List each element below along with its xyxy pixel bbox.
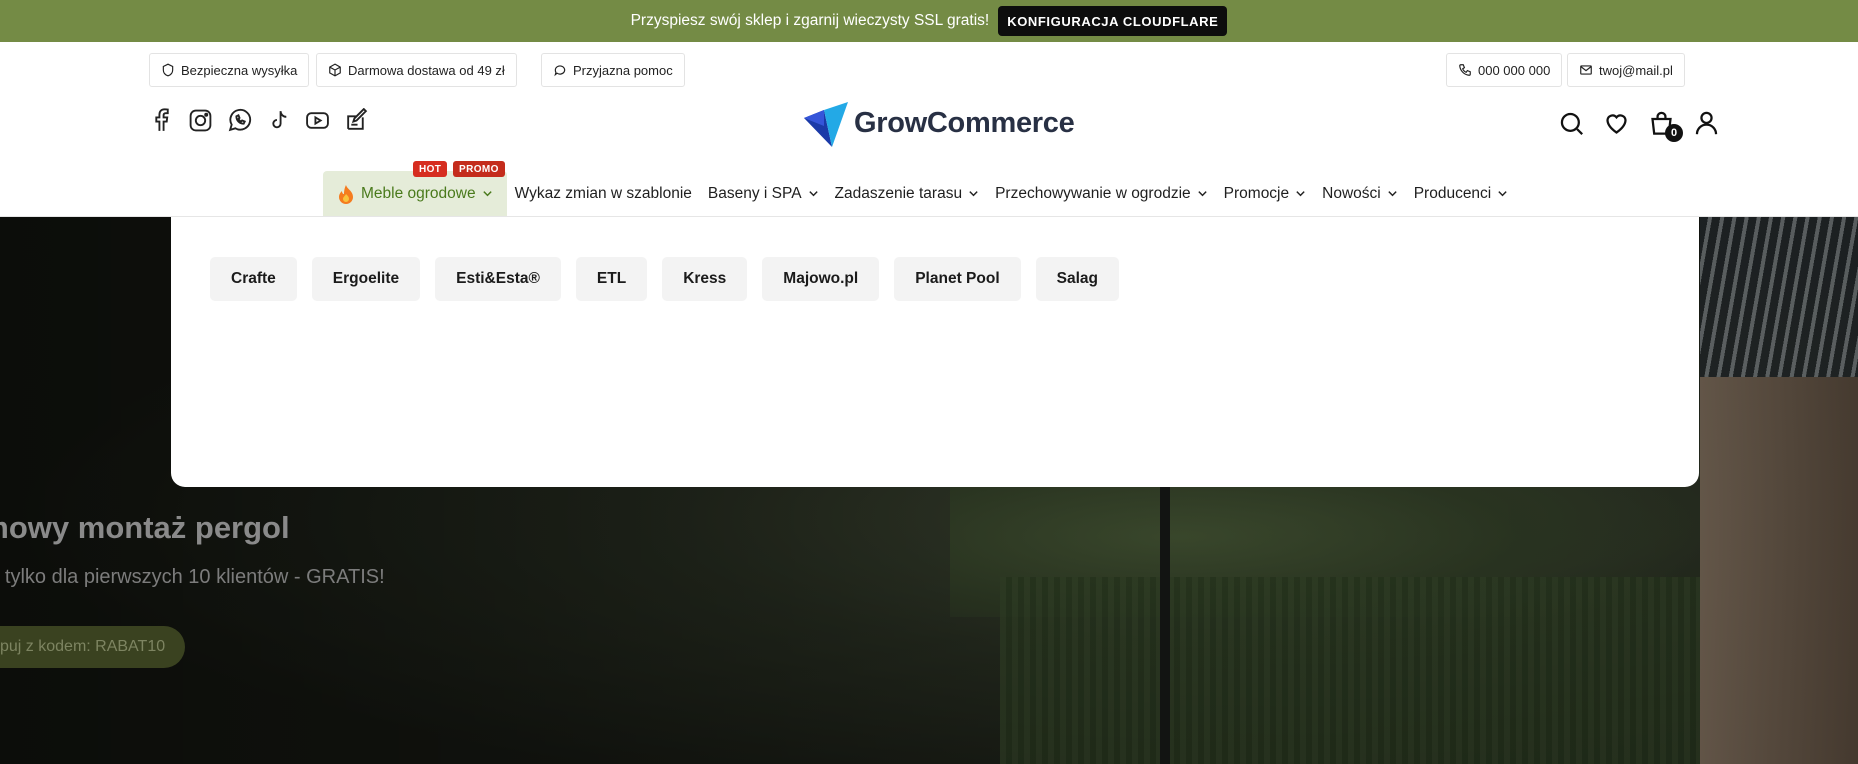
menu-item-wykaz-zmian[interactable]: Wykaz zmian w szablonie — [507, 171, 700, 216]
phone-icon — [1459, 64, 1471, 76]
menu-item-baseny-spa[interactable]: Baseny i SPA — [700, 171, 827, 216]
promo-bar: Przyspiesz swój sklep i zgarnij wieczyst… — [0, 0, 1858, 42]
brand-list: Crafte Ergoelite Esti&Esta® ETL Kress Ma… — [210, 257, 1119, 301]
secure-shipping-chip: Bezpieczna wysyłka — [149, 53, 310, 87]
menu-item-przechowywanie[interactable]: Przechowywanie w ogrodzie — [987, 171, 1216, 216]
free-delivery-label: Darmowa dostawa od 49 zł — [348, 62, 505, 78]
menu-item-meble-ogrodowe[interactable]: Meble ogrodowe HOT PROMO — [323, 161, 507, 216]
header-actions: 0 — [1558, 110, 1720, 142]
friendly-help-label: Przyjazna pomoc — [573, 62, 673, 78]
menu-item-promocje[interactable]: Promocje — [1216, 171, 1314, 216]
brand-link-majowo[interactable]: Majowo.pl — [762, 257, 880, 301]
hero-subtitle: rta tylko dla pierwszych 10 klientów - G… — [0, 566, 385, 588]
menu-item-zadaszenie-tarasu[interactable]: Zadaszenie tarasu — [827, 171, 988, 216]
menu-label-zadaszenie-tarasu: Zadaszenie tarasu — [834, 184, 963, 202]
brand-link-planet-pool[interactable]: Planet Pool — [894, 257, 1021, 301]
whatsapp-icon[interactable] — [227, 108, 252, 133]
menu-label-przechowywanie: Przechowywanie w ogrodzie — [995, 184, 1191, 202]
menu-label-meble-ogrodowe: Meble ogrodowe — [361, 184, 476, 202]
heart-icon[interactable] — [1603, 110, 1630, 137]
brand-link-esti-esta[interactable]: Esti&Esta® — [435, 257, 561, 301]
menu-label-nowosci: Nowości — [1322, 184, 1381, 202]
phone-chip[interactable]: 000 000 000 — [1446, 53, 1563, 87]
secure-shipping-label: Bezpieczna wysyłka — [181, 62, 298, 78]
brand-link-crafte[interactable]: Crafte — [210, 257, 297, 301]
hot-badge: HOT — [413, 161, 448, 177]
hero-pergola-post — [1160, 487, 1170, 764]
hero-curtain — [1700, 377, 1858, 764]
menu-item-producenci[interactable]: Producenci — [1406, 171, 1517, 216]
hero-hedge — [1000, 577, 1700, 764]
fire-icon — [339, 184, 353, 204]
social-links — [149, 107, 369, 133]
hero-pergola-roof — [1700, 217, 1858, 377]
menu-label-producenci: Producenci — [1413, 184, 1492, 202]
brand-link-ergoelite[interactable]: Ergoelite — [311, 257, 421, 301]
tiktok-icon[interactable] — [266, 108, 291, 133]
logo-text: GrowCommerce — [854, 107, 1075, 139]
mail-icon — [1580, 65, 1592, 75]
hero-cta-button[interactable]: puj z kodem: RABAT10 — [0, 626, 186, 668]
hero-title: armowy montaż pergol — [0, 510, 290, 545]
friendly-help-chip: Przyjazna pomoc — [541, 53, 685, 87]
chevron-down-icon — [1296, 191, 1305, 197]
menu-label-baseny-spa: Baseny i SPA — [707, 184, 802, 202]
facebook-icon[interactable] — [149, 108, 174, 133]
youtube-icon[interactable] — [305, 108, 330, 133]
menu-item-nowosci[interactable]: Nowości — [1314, 171, 1406, 216]
brand-link-salag[interactable]: Salag — [1035, 257, 1119, 301]
main-menu: Meble ogrodowe HOT PROMO Wykaz zmian w s… — [323, 161, 1517, 216]
cart-icon[interactable]: 0 — [1648, 110, 1683, 142]
chevron-down-icon — [482, 191, 492, 197]
chevron-down-icon — [969, 191, 978, 197]
email-address: twoj@mail.pl — [1599, 62, 1673, 78]
cart-count-badge: 0 — [1665, 124, 1683, 142]
free-delivery-chip: Darmowa dostawa od 49 zł — [316, 53, 517, 87]
shield-icon — [162, 63, 174, 77]
box-icon — [329, 63, 341, 77]
producers-dropdown: Crafte Ergoelite Esti&Esta® ETL Kress Ma… — [171, 217, 1699, 487]
phone-number: 000 000 000 — [1478, 62, 1551, 78]
email-chip[interactable]: twoj@mail.pl — [1567, 53, 1685, 87]
chevron-down-icon — [808, 191, 818, 197]
site-logo[interactable]: GrowCommerce — [802, 100, 1075, 147]
chat-icon — [554, 65, 566, 77]
chevron-down-icon — [1498, 191, 1507, 197]
brand-link-kress[interactable]: Kress — [662, 257, 748, 301]
logo-mark-icon — [804, 102, 848, 147]
brand-link-etl[interactable]: ETL — [575, 257, 648, 301]
user-icon[interactable] — [1693, 110, 1720, 137]
menu-label-promocje: Promocje — [1223, 184, 1290, 202]
search-icon[interactable] — [1558, 110, 1585, 137]
cloudflare-config-button[interactable]: KONFIGURACJA CLOUDFLARE — [998, 6, 1228, 36]
promo-badge: PROMO — [453, 161, 505, 177]
menu-label-wykaz-zmian: Wykaz zmian w szablonie — [514, 184, 692, 202]
chevron-down-icon — [1388, 191, 1397, 197]
blog-icon[interactable] — [344, 107, 369, 133]
instagram-icon[interactable] — [188, 108, 213, 133]
promo-text: Przyspiesz swój sklep i zgarnij wieczyst… — [630, 12, 990, 29]
chevron-down-icon — [1197, 191, 1207, 197]
